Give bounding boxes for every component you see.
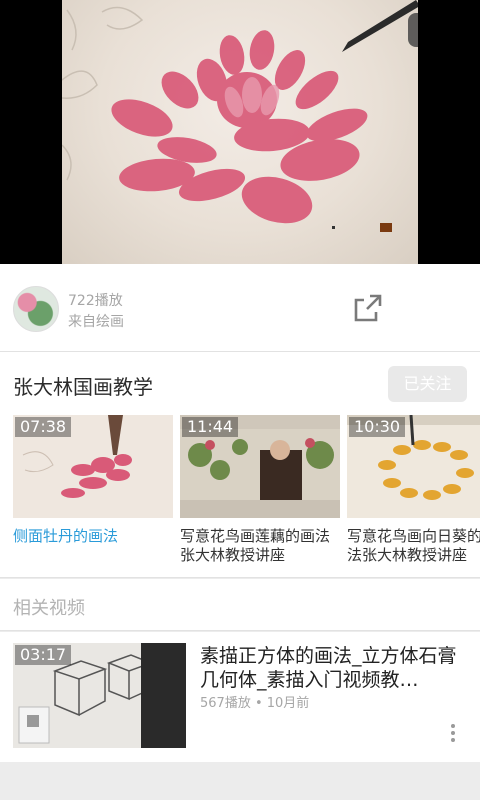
video-title[interactable]: 写意花鸟画向日葵的画法张大林教授讲座 (347, 527, 480, 565)
duration-badge: 11:44 (182, 417, 239, 437)
source-label: 来自绘画 (68, 314, 124, 330)
channel-video-card[interactable]: 11:44 写意花鸟画莲藕的画法张大林教授讲座 (180, 415, 340, 565)
video-thumbnail[interactable]: 07:38 (13, 415, 173, 518)
duration-badge: 10:30 (349, 417, 406, 437)
duration-badge: 07:38 (15, 417, 72, 437)
bottom-spacer (0, 762, 480, 800)
related-video-item[interactable]: 03:17 素描正方体的画法_立方体石膏几何体_素描入门视频教… 567播放 •… (0, 632, 480, 762)
video-thumbnail[interactable]: 03:17 (13, 643, 186, 748)
channel-avatar[interactable] (13, 286, 59, 332)
channel-section: 张大林国画教学 已关注 07:38 侧面牡丹的画法 11:44 写意花鸟画莲藕的… (0, 352, 480, 578)
channel-title: 张大林国画教学 (13, 375, 153, 399)
video-title[interactable]: 侧面牡丹的画法 (13, 527, 173, 546)
share-button[interactable] (350, 292, 384, 326)
channel-video-card[interactable]: 07:38 侧面牡丹的画法 (13, 415, 173, 546)
channel-video-card[interactable]: 10:30 写意花鸟画向日葵的画法张大林教授讲座 (347, 415, 480, 565)
share-external-icon (354, 294, 382, 322)
related-video-meta: 567播放 • 10月前 (200, 696, 310, 711)
video-detail-screen: 蛙趣 722播放 来自绘画 张大林国画教学 已关注 (0, 0, 480, 800)
more-vertical-icon (446, 724, 460, 742)
more-options-button[interactable] (446, 724, 460, 748)
related-videos-label: 相关视频 (13, 598, 85, 619)
follow-button[interactable]: 已关注 (388, 366, 467, 402)
video-thumbnail[interactable]: 10:30 (347, 415, 480, 518)
video-title[interactable]: 写意花鸟画莲藕的画法张大林教授讲座 (180, 527, 340, 565)
related-video-title[interactable]: 素描正方体的画法_立方体石膏几何体_素描入门视频教… (200, 644, 472, 692)
channel-video-carousel[interactable]: 07:38 侧面牡丹的画法 11:44 写意花鸟画莲藕的画法张大林教授讲座 10… (0, 415, 480, 565)
related-videos-header: 相关视频 (0, 579, 480, 631)
brush-image (342, 0, 418, 52)
video-player[interactable]: 蛙趣 (0, 0, 480, 264)
video-frame[interactable]: 蛙趣 (62, 0, 418, 264)
play-count: 722播放 (68, 293, 123, 309)
duration-badge: 03:17 (15, 645, 72, 665)
video-info-bar: 722播放 来自绘画 (0, 264, 480, 352)
video-thumbnail[interactable]: 11:44 (180, 415, 340, 518)
watermark-logo: 蛙趣 (408, 13, 418, 47)
